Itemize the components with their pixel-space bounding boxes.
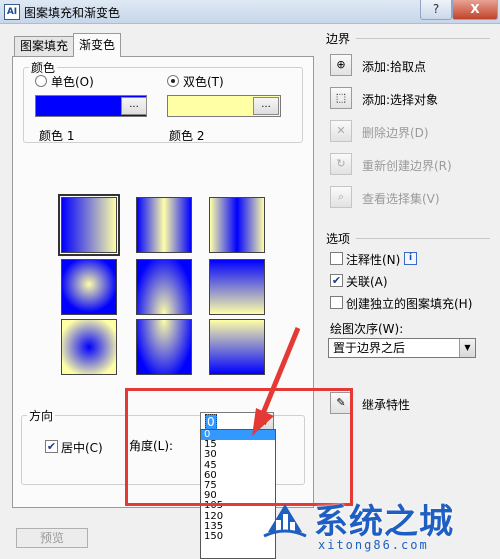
one-color-radio[interactable] <box>35 75 47 87</box>
color2-picker-button[interactable]: ... <box>253 97 279 115</box>
pick-points-label[interactable]: 添加:拾取点 <box>362 58 426 75</box>
associative-checkbox[interactable]: ✔ <box>330 274 343 287</box>
watermark-title: 系统之城 <box>314 502 454 542</box>
inherit-properties-label[interactable]: 继承特性 <box>362 396 410 413</box>
centered-checkbox[interactable]: ✔ <box>45 440 58 453</box>
two-color-radio[interactable] <box>167 75 179 87</box>
select-objects-label[interactable]: 添加:选择对象 <box>362 91 438 108</box>
gradient-linear-swatch[interactable] <box>58 194 120 256</box>
preview-button[interactable]: 预览 <box>16 528 88 548</box>
close-button[interactable]: X <box>452 0 498 20</box>
options-divider <box>356 238 490 239</box>
window-title: 图案填充和渐变色 <box>24 6 121 20</box>
centered-label: 居中(C) <box>61 441 103 455</box>
view-selections-label[interactable]: 查看选择集(V) <box>362 190 440 207</box>
gradient-curved-swatch[interactable] <box>209 259 265 315</box>
remove-boundaries-icon[interactable]: ✕ <box>330 120 352 142</box>
draw-order-label: 绘图次序(W): <box>330 322 404 336</box>
help-button[interactable]: ? <box>420 0 452 20</box>
separate-hatches-label: 创建独立的图案填充(H) <box>346 297 473 311</box>
color1-label: 颜色 1 <box>39 129 75 143</box>
watermark-url: xitong86.com <box>318 538 429 552</box>
draw-order-value: 置于边界之后 <box>333 341 406 355</box>
gradient-inverted-spherical-swatch[interactable] <box>61 319 117 375</box>
color2-label: 颜色 2 <box>169 129 205 143</box>
separate-hatches-checkbox[interactable] <box>330 296 343 309</box>
tab-hatch[interactable]: 图案填充 <box>14 36 75 56</box>
angle-value: 0 <box>205 414 217 430</box>
watermark-logo-icon <box>263 504 307 538</box>
pick-points-icon[interactable]: ⊕ <box>330 54 352 76</box>
select-objects-icon[interactable]: ⬚ <box>330 87 352 109</box>
remove-boundaries-label[interactable]: 删除边界(D) <box>362 124 429 141</box>
annotative-label: 注释性(N) <box>346 253 401 267</box>
two-color-label: 双色(T) <box>183 75 224 89</box>
tab-gradient[interactable]: 渐变色 <box>73 33 122 57</box>
options-label: 选项 <box>326 232 351 246</box>
boundaries-label: 边界 <box>326 32 351 46</box>
gradient-inverted-hemispherical-swatch[interactable] <box>136 319 192 375</box>
gradient-inverted-cylinder-swatch[interactable] <box>209 197 265 253</box>
one-color-label: 单色(O) <box>51 75 94 89</box>
watermark: 系统之城 xitong86.com <box>258 494 500 559</box>
view-selections-icon[interactable]: ⌕ <box>330 186 352 208</box>
draw-order-dropdown-arrow-icon[interactable]: ▼ <box>459 339 475 357</box>
recreate-boundary-icon[interactable]: ↻ <box>330 153 352 175</box>
boundaries-divider <box>356 38 490 39</box>
inherit-properties-icon[interactable]: ✎ <box>330 392 352 414</box>
gradient-inverted-curved-swatch[interactable] <box>209 319 265 375</box>
annotative-checkbox[interactable] <box>330 252 343 265</box>
gradient-cylinder-swatch[interactable] <box>136 197 192 253</box>
draw-order-select[interactable]: 置于边界之后 ▼ <box>328 338 476 358</box>
orientation-group-label: 方向 <box>27 407 56 424</box>
app-icon: AI <box>4 4 20 20</box>
gradient-spherical-swatch[interactable] <box>61 259 117 315</box>
angle-label: 角度(L): <box>129 439 174 453</box>
info-icon[interactable]: i <box>404 252 417 265</box>
associative-label: 关联(A) <box>346 275 388 289</box>
color1-picker-button[interactable]: ... <box>121 97 147 115</box>
title-bar: AI 图案填充和渐变色 ? X <box>0 0 500 24</box>
recreate-boundary-label[interactable]: 重新创建边界(R) <box>362 157 452 174</box>
gradient-hemispherical-swatch[interactable] <box>136 259 192 315</box>
